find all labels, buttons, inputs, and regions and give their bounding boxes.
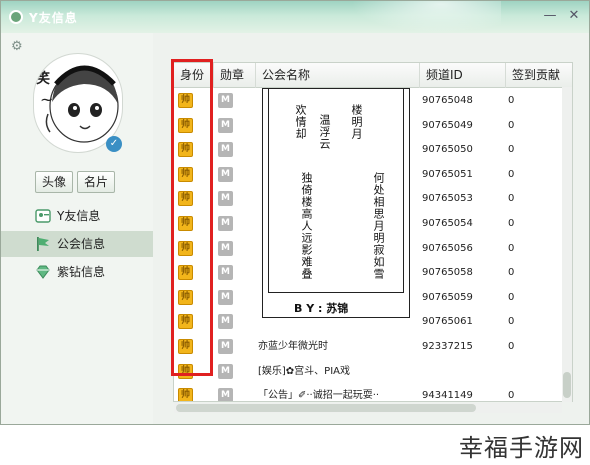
medal-icon: M <box>218 191 233 207</box>
channel-id-cell: 90765056 <box>422 242 473 254</box>
channel-id-cell: 90765051 <box>422 168 473 180</box>
checkin-cell: 0 <box>508 341 515 352</box>
channel-id-cell: 90765053 <box>422 193 473 205</box>
window-title: Y友信息 <box>29 11 78 25</box>
column-header-medal[interactable]: 勋章 <box>214 63 256 88</box>
channel-id-cell: 90765049 <box>422 119 473 131</box>
checkin-cell: 0 <box>508 144 515 156</box>
profile-icon <box>35 209 51 223</box>
title-bar: Y友信息 — ✕ <box>1 1 589 33</box>
guild-name-cell: 亦蓝少年微光时 <box>258 341 328 352</box>
medal-icon: M <box>218 240 233 256</box>
medal-icon: M <box>218 388 233 401</box>
guild-name-cell: 「公告」✐··诚招一起玩耍·· <box>258 390 380 402</box>
weibo-icon[interactable]: ✓ <box>106 136 122 152</box>
table-header: 身份 勋章 公会名称 频道ID 签到贡献 <box>174 63 572 88</box>
guild-name-cell: [娱乐]✿宫斗、PIA戏 <box>258 365 351 377</box>
vertical-scrollbar[interactable] <box>562 87 572 402</box>
guild-name-poster: 欢情却 温浮云 独倚楼高人远影难叠 楼明月 何处相思月明寂如雪 B Y : 苏锦 <box>256 88 416 323</box>
channel-id-cell: 90765054 <box>422 218 473 229</box>
channel-id-cell <box>422 359 506 384</box>
avatar-button[interactable]: 头像 <box>35 171 73 193</box>
column-header-channel-id[interactable]: 频道ID <box>420 63 506 88</box>
owner-role-icon: 帅 <box>178 388 193 401</box>
title-bar-decoration <box>351 1 501 33</box>
poem-line: 温浮云 <box>318 114 331 150</box>
gear-icon[interactable]: ⚙ <box>11 39 23 54</box>
checkin-cell: 0 <box>508 95 515 106</box>
flag-icon <box>37 237 49 251</box>
window: Y友信息 — ✕ ⚙ 笑 ~ ✓ 头像 名片 Y友信息 公会信息 紫钻信息 身份… <box>0 0 590 425</box>
medal-icon: M <box>218 166 233 182</box>
medal-icon: M <box>218 265 233 281</box>
highlight-box <box>171 59 213 376</box>
sidebar-item-yfriend[interactable]: Y友信息 <box>1 203 153 229</box>
tilde-mark: ~ <box>40 90 54 109</box>
watermark: 幸福手游网 <box>459 434 584 462</box>
medal-icon: M <box>218 363 233 379</box>
guild-table: 身份 勋章 公会名称 频道ID 签到贡献 帅 M 90765048 0 帅 M 907650… <box>173 62 573 402</box>
minimize-button[interactable]: — <box>541 7 559 25</box>
table-row[interactable]: 帅 M 亦蓝少年微光时 92337215 0 <box>174 334 572 359</box>
poem-line: 欢情却 <box>294 104 307 140</box>
channel-id-cell: 92337215 <box>422 341 473 352</box>
sidebar-item-label: 紫钻信息 <box>57 265 106 279</box>
checkin-cell: 0 <box>508 218 515 229</box>
checkin-cell: 0 <box>508 390 515 402</box>
medal-icon: M <box>218 339 233 354</box>
checkin-cell: 0 <box>508 242 515 254</box>
checkin-cell: 0 <box>508 193 515 205</box>
checkin-cell: 0 <box>508 119 515 131</box>
scroll-thumb[interactable] <box>563 372 571 398</box>
medal-icon: M <box>218 117 233 133</box>
column-header-checkin[interactable]: 签到贡献 <box>506 63 572 88</box>
channel-id-cell: 90765050 <box>422 144 473 156</box>
sidebar-item-purple[interactable]: 紫钻信息 <box>1 259 153 285</box>
medal-icon: M <box>218 289 233 305</box>
sidebar-item-label: 公会信息 <box>57 237 106 251</box>
sidebar: ⚙ 笑 ~ ✓ 头像 名片 Y友信息 公会信息 紫钻信息 <box>1 33 153 424</box>
avatar-caption: 笑 <box>36 71 50 87</box>
poem-line: 独倚楼高人远影难叠 <box>300 172 313 280</box>
checkin-cell: 0 <box>508 267 515 279</box>
table-row[interactable]: 帅 M [娱乐]✿宫斗、PIA戏 <box>174 359 572 384</box>
checkin-cell: 0 <box>508 316 515 328</box>
channel-id-cell: 90765058 <box>422 267 473 279</box>
channel-id-cell: 90765061 <box>422 316 473 328</box>
card-button[interactable]: 名片 <box>77 171 115 193</box>
poem-line: 楼明月 <box>350 104 363 140</box>
horizontal-scrollbar[interactable] <box>174 403 562 413</box>
checkin-cell: 0 <box>508 168 515 180</box>
medal-icon: M <box>218 93 233 108</box>
channel-id-cell: 90765048 <box>422 95 473 106</box>
checkin-cell: 0 <box>508 291 515 303</box>
medal-icon: M <box>218 142 233 158</box>
medal-icon: M <box>218 314 233 330</box>
sidebar-item-guild[interactable]: 公会信息 <box>1 231 153 257</box>
poster-signature: B Y : 苏锦 <box>294 302 349 315</box>
diamond-icon <box>36 265 50 279</box>
checkin-cell <box>508 359 568 384</box>
table-row[interactable]: 帅 M 「公告」✐··诚招一起玩耍·· 94341149 0 <box>174 383 572 402</box>
scroll-thumb[interactable] <box>176 404 476 412</box>
channel-id-cell: 94341149 <box>422 390 473 402</box>
sidebar-item-label: Y友信息 <box>57 209 101 223</box>
poem-line: 何处相思月明寂如雪 <box>372 172 385 280</box>
channel-id-cell: 90765059 <box>422 291 473 303</box>
close-button[interactable]: ✕ <box>565 7 583 25</box>
app-logo-icon <box>9 10 23 24</box>
column-header-guild-name[interactable]: 公会名称 <box>256 63 420 88</box>
medal-icon: M <box>218 216 233 231</box>
